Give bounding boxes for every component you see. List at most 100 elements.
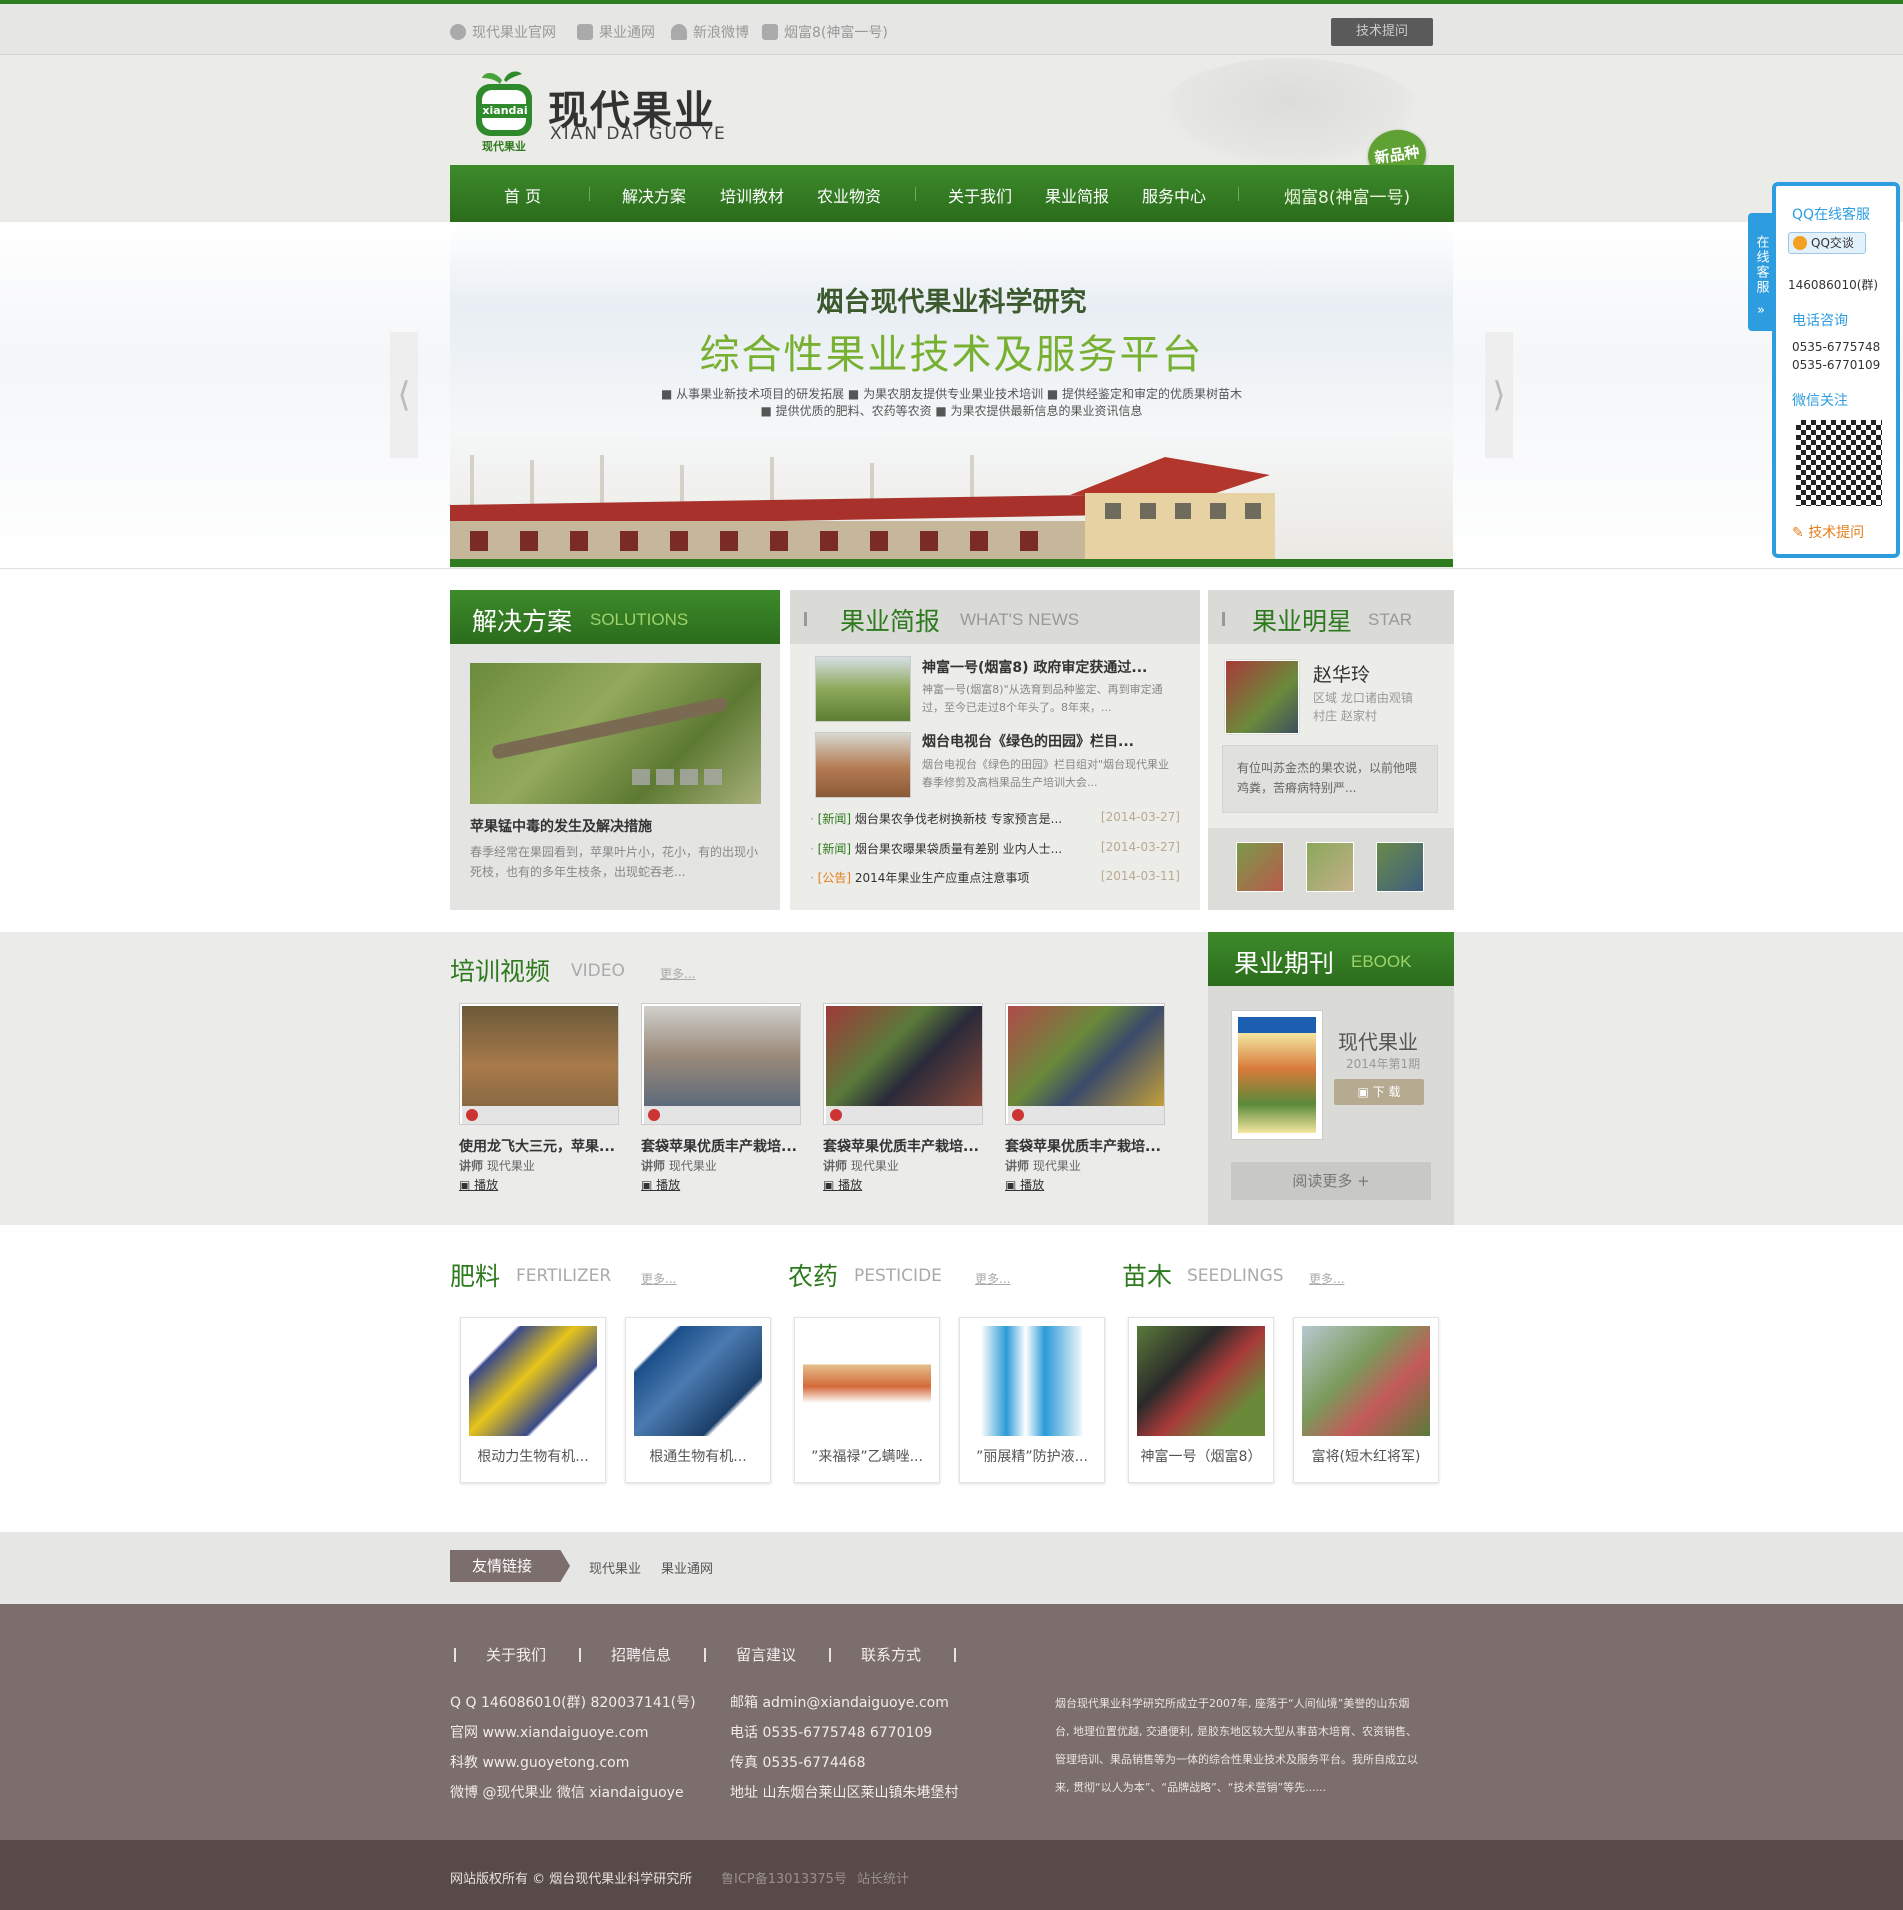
nav-home[interactable]: 首 页 [504, 183, 541, 207]
solutions-image[interactable] [470, 663, 761, 804]
nav-supplies[interactable]: 农业物资 [817, 183, 881, 207]
footer-nav-feedback[interactable]: 留言建议 [736, 1644, 796, 1665]
solutions-article-title[interactable]: 苹果锰中毒的发生及解决措施 [470, 816, 652, 836]
nav-about[interactable]: 关于我们 [948, 183, 1012, 207]
video-item-lecturer: 讲师 现代果业 [1005, 1159, 1081, 1173]
nav-service[interactable]: 服务中心 [1142, 183, 1206, 207]
news-featured-title-1[interactable]: 神富一号(烟富8) 政府审定获通过... [922, 657, 1147, 677]
star-thumb[interactable] [1236, 842, 1284, 892]
footer-nav-contact[interactable]: 联系方式 [861, 1644, 921, 1665]
banner-line-1: ■ 从事果业新技术项目的研发拓展 ■ 为果农朋友提供专业果业技术培训 ■ 提供经… [660, 387, 1243, 401]
phone-title: 电话咨询 [1792, 313, 1848, 329]
icp-link[interactable]: 鲁ICP备13013375号 [721, 1868, 847, 1887]
product-card[interactable]: 根通生物有机... [625, 1317, 771, 1483]
news-thumb-1[interactable] [815, 656, 911, 722]
solutions-article-desc: 春季经常在果园看到，苹果叶片小，花小，有的出现小死枝，也有的多年生枝条，出现蛇吞… [470, 845, 759, 879]
seedlings-title: 苗木 [1122, 1262, 1173, 1291]
star-title-en: STAR [1368, 610, 1413, 629]
user-icon [671, 24, 687, 40]
play-square-icon: ▣ [459, 1178, 475, 1192]
product-card[interactable]: 根动力生物有机... [460, 1317, 606, 1483]
banner-prev-arrow[interactable]: ⟨ [390, 332, 418, 458]
site-subtitle: XIAN DAI GUO YE [550, 124, 727, 144]
friend-link[interactable]: 果业通网 [661, 1558, 713, 1577]
product-name: 富将(短木红将军) [1311, 1449, 1421, 1465]
seedlings-more-link[interactable]: 更多... [1309, 1270, 1344, 1287]
topbar-link-yanfu[interactable]: 烟富8(神富一号) [762, 22, 888, 42]
online-service-panel: QQ在线客服 QQ交谈 146086010(群) 电话咨询 0535-67757… [1772, 182, 1900, 558]
video-item-lecturer: 讲师 现代果业 [823, 1159, 899, 1173]
footer-email[interactable]: 邮箱 admin@xiandaiguoye.com [730, 1692, 949, 1712]
footer-science-site[interactable]: 科教 www.guoyetong.com [450, 1752, 629, 1772]
qq-service-title: QQ在线客服 [1792, 207, 1871, 223]
friend-link[interactable]: 现代果业 [589, 1558, 641, 1577]
video-item-title[interactable]: 套袋苹果优质丰产栽培... [823, 1136, 993, 1156]
copyright-text: 网站版权所有 © 烟台现代果业科学研究所 [450, 1872, 693, 1887]
ask-question-link[interactable]: ✎ 技术提问 [1792, 522, 1864, 542]
video-player[interactable] [823, 1003, 983, 1125]
news-featured-title-2[interactable]: 烟台电视台《绿色的田园》栏目... [922, 731, 1134, 751]
banner-line-2: ■ 提供优质的肥料、农药等农资 ■ 为果农提供最新信息的果业资讯信息 [760, 404, 1143, 418]
video-player[interactable] [459, 1003, 619, 1125]
pencil-icon: ✎ [1792, 525, 1809, 541]
video-item-title[interactable]: 套袋苹果优质丰产栽培... [1005, 1136, 1175, 1156]
footer-nav-jobs[interactable]: 招聘信息 [611, 1644, 671, 1665]
star-region: 区域 龙口诸由观镇 [1313, 691, 1413, 705]
product-card[interactable]: 富将(短木红将军) [1293, 1317, 1439, 1483]
pesticide-more-link[interactable]: 更多... [975, 1270, 1010, 1287]
product-card[interactable]: ”丽展精”防护液... [959, 1317, 1105, 1483]
video-controls[interactable] [644, 1106, 800, 1124]
nav-featured-variety[interactable]: 烟富8(神富一号) [1284, 183, 1410, 208]
footer: 关于我们 招聘信息 留言建议 联系方式 Q Q 146086010(群) 820… [0, 1604, 1903, 1840]
video-item-title[interactable]: 套袋苹果优质丰产栽培... [641, 1136, 811, 1156]
footer-weibo-wechat: 微博 @现代果业 微信 xiandaiguoye [450, 1785, 684, 1801]
tech-question-button[interactable]: 技术提问 [1331, 18, 1433, 46]
star-header: 果业明星 STAR [1208, 590, 1454, 644]
carousel-dots[interactable] [632, 769, 732, 785]
ebook-cover[interactable] [1231, 1010, 1323, 1140]
pesticide-title-en: PESTICIDE [854, 1266, 942, 1286]
video-play-link[interactable]: ▣ 播放 [641, 1176, 680, 1193]
product-card[interactable]: ”来福禄”乙螨唑... [794, 1317, 940, 1483]
qq-chat-button[interactable]: QQ交谈 [1788, 232, 1866, 254]
fertilizer-more-link[interactable]: 更多... [641, 1270, 676, 1287]
nav-solutions[interactable]: 解决方案 [622, 183, 686, 207]
footer-nav-about[interactable]: 关于我们 [486, 1644, 546, 1665]
star-title: 果业明星 [1252, 607, 1353, 636]
video-controls[interactable] [1008, 1106, 1164, 1124]
copyright-bar: 网站版权所有 © 烟台现代果业科学研究所 鲁ICP备13013375号 站长统计 [0, 1840, 1903, 1910]
video-item-title[interactable]: 使用龙飞大三元，苹果... [459, 1136, 629, 1156]
wechat-qr-code[interactable] [1796, 420, 1882, 506]
footer-nav-separator [954, 1648, 956, 1662]
video-more-link[interactable]: 更多... [660, 965, 695, 982]
news-list-item[interactable]: · [新闻] 烟台果农曝果袋质量有差别 业内人士... [2014-03-27] [810, 840, 1180, 857]
video-player[interactable] [1005, 1003, 1165, 1125]
online-service-tab[interactable]: 在线客服 » [1748, 213, 1774, 331]
ebook-download-button[interactable]: ▣ 下 载 [1334, 1079, 1424, 1105]
topbar-link-weibo[interactable]: 新浪微博 [671, 22, 749, 42]
product-card[interactable]: 神富一号（烟富8） [1128, 1317, 1274, 1483]
video-controls[interactable] [826, 1106, 982, 1124]
topbar-link-official[interactable]: 现代果业官网 [450, 22, 556, 42]
ebook-read-more-button[interactable]: 阅读更多 + [1231, 1162, 1431, 1200]
nav-news[interactable]: 果业简报 [1045, 183, 1109, 207]
news-list-item[interactable]: · [公告] 2014年果业生产应重点注意事项 [2014-03-11] [810, 869, 1180, 886]
star-thumb[interactable] [1306, 842, 1354, 892]
qq-group-number: 146086010(群) [1788, 278, 1879, 292]
video-controls[interactable] [462, 1106, 618, 1124]
double-chevron-icon: » [1757, 303, 1765, 318]
star-thumb[interactable] [1376, 842, 1424, 892]
top-bar: 现代果业官网 果业通网 新浪微博 烟富8(神富一号) 技术提问 [0, 0, 1903, 55]
video-play-link[interactable]: ▣ 播放 [1005, 1176, 1044, 1193]
star-photo[interactable] [1225, 660, 1299, 734]
stats-link[interactable]: 站长统计 [857, 1868, 909, 1887]
banner-next-arrow[interactable]: ⟩ [1485, 332, 1513, 458]
footer-website[interactable]: 官网 www.xiandaiguoye.com [450, 1722, 649, 1742]
news-thumb-2[interactable] [815, 732, 911, 798]
video-play-link[interactable]: ▣ 播放 [823, 1176, 862, 1193]
topbar-link-guoyetong[interactable]: 果业通网 [577, 22, 655, 42]
video-play-link[interactable]: ▣ 播放 [459, 1176, 498, 1193]
news-list-item[interactable]: · [新闻] 烟台果农争伐老树换新枝 专家预言是... [2014-03-27] [810, 810, 1180, 827]
nav-training[interactable]: 培训教材 [720, 183, 784, 207]
video-player[interactable] [641, 1003, 801, 1125]
